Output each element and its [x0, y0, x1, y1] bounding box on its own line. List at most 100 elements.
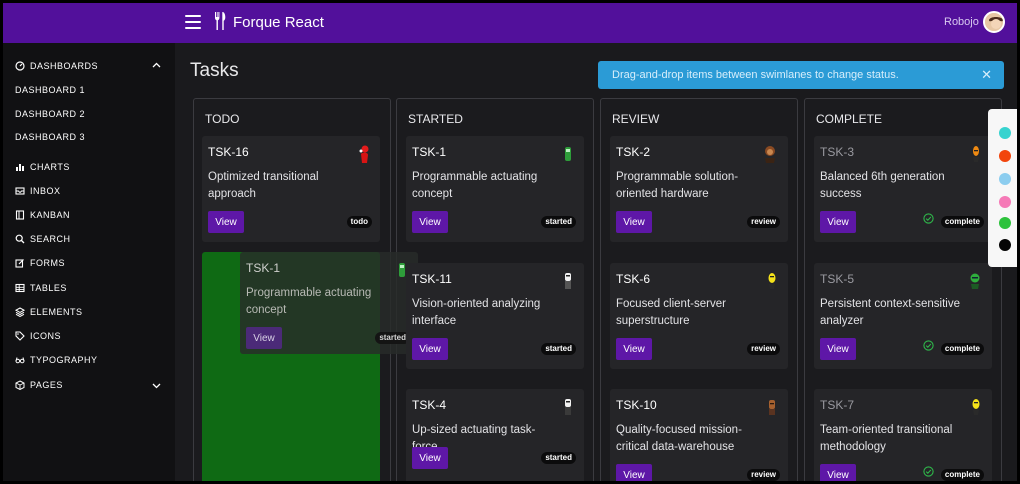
avatar-figure-icon	[565, 147, 571, 161]
task-description: Team-oriented transitional methodology	[820, 424, 953, 453]
view-button[interactable]: View	[412, 211, 448, 233]
check-circle-icon	[923, 340, 934, 351]
task-description: Programmable actuating concept	[412, 171, 538, 200]
task-card[interactable]: TSK-11 Vision-oriented analyzing interfa…	[406, 263, 584, 369]
status-badge: review	[747, 216, 780, 228]
status-badge: complete	[940, 469, 984, 481]
task-card[interactable]: TSK-2 Programmable solution-oriented har…	[610, 136, 788, 242]
color-swatch[interactable]	[999, 196, 1011, 208]
status-badge: review	[747, 469, 780, 481]
view-button[interactable]: View	[616, 464, 652, 481]
task-id: TSK-6	[616, 272, 651, 286]
avatar-figure-icon	[765, 146, 775, 163]
sidebar-item-label: DASHBOARD 2	[15, 109, 86, 119]
edit-icon	[15, 259, 24, 268]
gauge-icon	[15, 61, 25, 71]
app-title[interactable]: Forque React	[233, 14, 324, 31]
status-badge: started	[541, 216, 576, 228]
sidebar-item-label: PAGES	[30, 380, 63, 390]
avatar-figure-icon	[359, 145, 369, 163]
sidebar-item-dashboards[interactable]: DASHBOARDS	[15, 58, 98, 74]
sidebar-item-pages[interactable]: PAGES	[15, 377, 63, 393]
task-card[interactable]: TSK-16 Optimized transitional approach V…	[202, 136, 380, 242]
status-badge: complete	[940, 216, 984, 228]
color-swatch[interactable]	[999, 217, 1011, 229]
task-id: TSK-2	[616, 145, 651, 159]
view-button[interactable]: View	[412, 338, 448, 360]
task-id: TSK-11	[412, 272, 452, 286]
dragged-task-card[interactable]: TSK-1 Programmable actuating concept Vie…	[240, 252, 418, 354]
avatar-figure-icon	[973, 146, 979, 162]
sidebar-item-label: DASHBOARD 3	[15, 132, 86, 142]
view-button[interactable]: View	[820, 211, 856, 233]
status-badge: started	[541, 452, 576, 464]
chevron-up-icon[interactable]	[152, 61, 161, 70]
user-avatar[interactable]	[983, 11, 1005, 33]
lane-title: TODO	[205, 112, 240, 126]
sidebar-item-charts[interactable]: CHARTS	[15, 159, 70, 175]
close-icon[interactable]: ✕	[981, 67, 992, 83]
status-badge: review	[747, 343, 780, 355]
task-description: Persistent context-sensitive analyzer	[820, 298, 960, 327]
color-swatch[interactable]	[999, 127, 1011, 139]
color-swatch[interactable]	[999, 239, 1011, 251]
glasses-icon	[15, 357, 25, 364]
view-button[interactable]: View	[208, 211, 244, 233]
sidebar-item-typography[interactable]: TYPOGRAPHY	[15, 352, 98, 368]
info-alert: Drag-and-drop items between swimlanes to…	[598, 61, 1004, 89]
status-badge: complete	[940, 343, 984, 355]
status-badge: started	[375, 332, 410, 344]
search-icon	[15, 234, 25, 244]
sidebar-item-label: SEARCH	[30, 234, 71, 244]
sidebar-item-icons[interactable]: ICONS	[15, 328, 61, 344]
task-card[interactable]: TSK-6 Focused client-server superstructu…	[610, 263, 788, 369]
task-description: Programmable actuating concept	[246, 287, 372, 316]
task-card[interactable]: TSK-1 Programmable actuating concept Vie…	[406, 136, 584, 242]
sidebar-item-kanban[interactable]: KANBAN	[15, 207, 70, 223]
sidebar-item-elements[interactable]: ELEMENTS	[15, 304, 83, 320]
task-card[interactable]: TSK-3 Balanced 6th generation success Vi…	[814, 136, 992, 242]
status-badge: todo	[346, 216, 372, 228]
color-swatch[interactable]	[999, 150, 1011, 162]
task-id: TSK-4	[412, 398, 447, 412]
table-icon	[15, 283, 25, 293]
sidebar-item-dashboard-2[interactable]: DASHBOARD 2	[15, 106, 85, 122]
box-icon	[15, 380, 25, 390]
task-id: TSK-5	[820, 272, 855, 286]
lane-title: STARTED	[408, 112, 463, 126]
sidebar-item-label: CHARTS	[30, 162, 70, 172]
sidebar-item-label: DASHBOARDS	[30, 61, 99, 71]
sidebar-item-tables[interactable]: TABLES	[15, 280, 67, 296]
view-button[interactable]: View	[820, 464, 856, 481]
chevron-down-icon[interactable]	[152, 381, 161, 390]
view-button[interactable]: View	[246, 327, 282, 349]
sidebar-item-search[interactable]: SEARCH	[15, 231, 71, 247]
sidebar-item-label: INBOX	[30, 186, 61, 196]
task-card[interactable]: TSK-10 Quality-focused mission-critical …	[610, 389, 788, 481]
task-id: TSK-10	[616, 398, 657, 412]
avatar-figure-icon	[972, 399, 980, 415]
view-button[interactable]: View	[616, 338, 652, 360]
view-button[interactable]: View	[820, 338, 856, 360]
sidebar-item-forms[interactable]: FORMS	[15, 255, 65, 271]
task-card[interactable]: TSK-7 Team-oriented transitional methodo…	[814, 389, 992, 481]
view-button[interactable]: View	[412, 447, 448, 469]
lane-title: REVIEW	[612, 112, 660, 126]
task-id: TSK-1	[246, 261, 281, 275]
task-description: Vision-oriented analyzing interface	[412, 298, 541, 327]
alert-message: Drag-and-drop items between swimlanes to…	[612, 69, 899, 81]
check-circle-icon	[923, 466, 934, 477]
task-card[interactable]: TSK-5 Persistent context-sensitive analy…	[814, 263, 992, 369]
menu-icon[interactable]	[185, 15, 201, 29]
sidebar-item-dashboard-1[interactable]: DASHBOARD 1	[15, 82, 85, 98]
sidebar-item-label: TYPOGRAPHY	[30, 355, 98, 365]
layers-icon	[15, 307, 25, 317]
color-swatch[interactable]	[999, 173, 1011, 185]
user-name[interactable]: Robojo	[944, 16, 979, 28]
view-button[interactable]: View	[616, 211, 652, 233]
task-card[interactable]: TSK-4 Up-sized actuating task-force View…	[406, 389, 584, 481]
avatar-figure-icon	[970, 273, 980, 289]
sidebar-item-inbox[interactable]: INBOX	[15, 183, 61, 199]
sidebar-item-dashboard-3[interactable]: DASHBOARD 3	[15, 129, 85, 145]
check-circle-icon	[923, 213, 934, 224]
